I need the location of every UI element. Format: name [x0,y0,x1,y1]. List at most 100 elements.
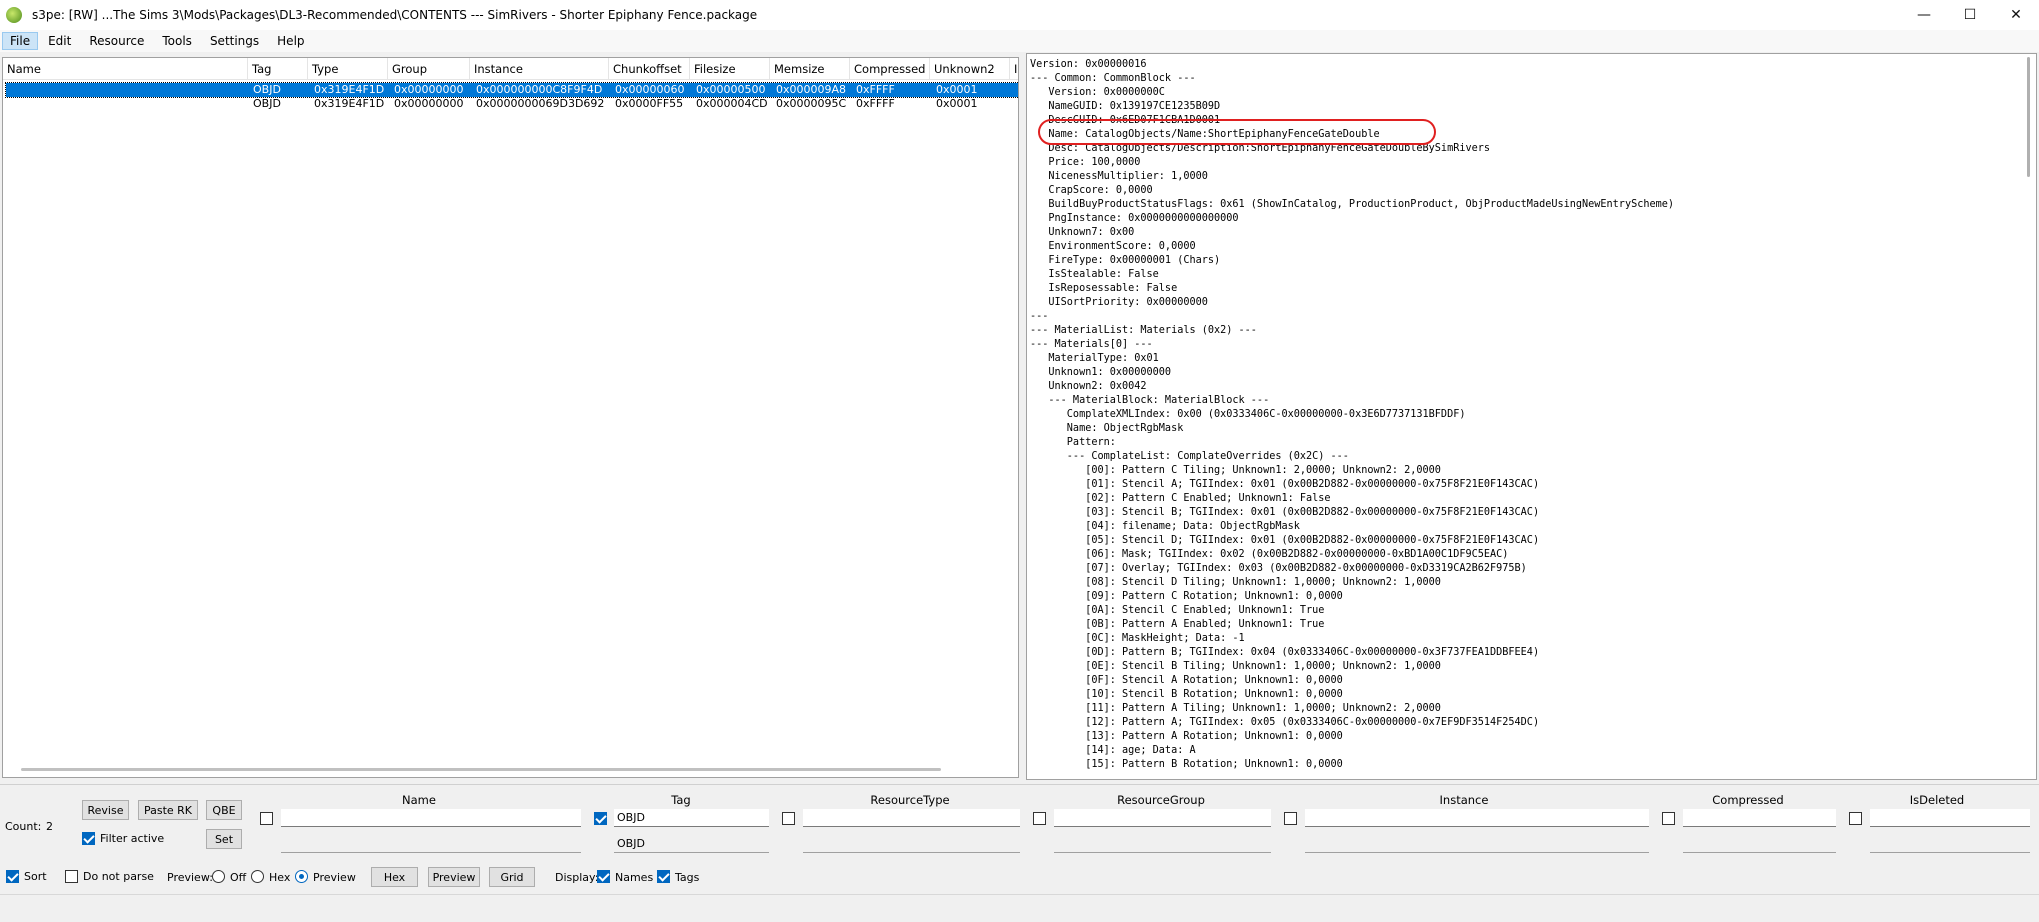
preview-line: FireType: 0x00000001 (Chars) [1030,255,1221,266]
filter-col-tag: Tag [671,793,691,807]
cell-tag: OBJD [253,83,281,96]
preview-label: Preview: [167,871,213,884]
preview-line: [08]: Stencil D Tiling; Unknown1: 1,0000… [1030,577,1441,588]
vertical-scrollbar[interactable] [2027,57,2030,177]
column-header-memsize[interactable]: Memsize [770,58,850,80]
cell-chunkoffset: 0x0000FF55 [615,97,684,110]
name-filter-input[interactable] [281,809,581,827]
table-row[interactable]: OBJD 0x319E4F1D 0x00000000 0x0000000069D… [6,97,1018,111]
column-header-instance[interactable]: Instance [470,58,609,80]
preview-off-radio[interactable] [212,870,225,883]
grid-button[interactable]: Grid [489,867,535,887]
filter-col-compressed: Compressed [1712,793,1784,807]
revise-button[interactable]: Revise [82,800,129,820]
minimize-button[interactable]: — [1901,0,1947,30]
resourcegroup-filter-input[interactable] [1054,809,1271,827]
instance-current-value [1305,835,1649,853]
count-label: Count: [5,820,42,833]
instance-filter-checkbox[interactable] [1284,812,1297,825]
name-filter-checkbox[interactable] [260,812,273,825]
preview-line: Version: 0x00000016 [1030,59,1147,70]
filter-col-resourcetype: ResourceType [870,793,950,807]
preview-line: --- ComplateList: ComplateOverrides (0x2… [1030,451,1349,462]
tag-filter-input[interactable]: OBJD [614,809,769,827]
filter-col-isdeleted: IsDeleted [1909,793,1965,807]
close-button[interactable]: ✕ [1993,0,2039,30]
preview-pane[interactable]: Version: 0x00000016 --- Common: CommonBlo… [1026,53,2037,780]
column-header-name[interactable]: Name [3,58,248,80]
display-tags-checkbox[interactable] [657,870,670,883]
menu-edit[interactable]: Edit [40,32,79,50]
menu-settings[interactable]: Settings [202,32,267,50]
display-label: Display: [555,871,599,884]
preview-line: [0F]: Stencil A Rotation; Unknown1: 0,00… [1030,675,1343,686]
display-names-label: Names [615,871,654,884]
preview-line: [13]: Pattern A Rotation; Unknown1: 0,00… [1030,731,1343,742]
sort-label: Sort [24,870,47,883]
preview-line: Name: ObjectRgbMask [1030,423,1184,434]
column-header-chunkoffset[interactable]: Chunkoffset [609,58,690,80]
qbe-button[interactable]: QBE [206,800,242,820]
column-header-filesize[interactable]: Filesize [690,58,770,80]
preview-line: Pattern: [1030,437,1116,448]
filter-col-instance: Instance [1439,793,1489,807]
table-row[interactable]: OBJD 0x319E4F1D 0x00000000 0x000000000C8… [5,82,1018,98]
paste-rk-button[interactable]: Paste RK [138,800,198,820]
filter-active-checkbox[interactable] [82,832,95,845]
column-header-type[interactable]: Type [308,58,388,80]
resource-list[interactable]: Name Tag Type Group Instance Chunkoffset… [2,57,1019,778]
isdeleted-filter-checkbox[interactable] [1849,812,1862,825]
isdeleted-filter-input[interactable] [1870,809,2030,827]
set-button[interactable]: Set [206,829,242,849]
menu-resource[interactable]: Resource [81,32,152,50]
preview-line: [15]: Pattern B Rotation; Unknown1: 0,00… [1030,759,1343,770]
instance-filter-input[interactable] [1305,809,1649,827]
filter-panel: Count: 2 Revise Paste RK QBE Filter acti… [0,784,2039,894]
cell-filesize: 0x00000500 [696,83,766,96]
resourcetype-filter-input[interactable] [803,809,1020,827]
cell-name [6,97,9,111]
horizontal-scrollbar[interactable] [21,768,941,771]
resourcetype-filter-checkbox[interactable] [782,812,795,825]
preview-button[interactable]: Preview [428,867,480,887]
menu-help[interactable]: Help [269,32,312,50]
preview-line: Unknown1: 0x00000000 [1030,367,1172,378]
isdeleted-current-value [1870,835,2030,853]
preview-line: [14]: age; Data: A [1030,745,1196,756]
column-header-compressed[interactable]: Compressed [850,58,930,80]
preview-line: [01]: Stencil A; TGIIndex: 0x01 (0x00B2D… [1030,479,1540,490]
column-header-unknown2[interactable]: Unknown2 [930,58,1010,80]
window-controls: — ☐ ✕ [1901,0,2039,30]
preview-line: [09]: Pattern C Rotation; Unknown1: 0,00… [1030,591,1343,602]
preview-line: --- Common: CommonBlock --- [1030,73,1196,84]
resourcegroup-filter-checkbox[interactable] [1033,812,1046,825]
menu-file[interactable]: File [2,32,39,50]
cell-name [6,83,9,97]
tag-filter-checkbox[interactable] [594,812,607,825]
preview-line: --- MaterialBlock: MaterialBlock --- [1030,395,1270,406]
tag-current-value: OBJD [614,835,769,853]
column-header-tag[interactable]: Tag [248,58,308,80]
preview-preview-radio[interactable] [295,870,308,883]
column-header-group[interactable]: Group [388,58,470,80]
count-value: 2 [46,820,53,833]
preview-hex-radio[interactable] [251,870,264,883]
hex-button[interactable]: Hex [371,867,418,887]
compressed-filter-input[interactable] [1683,809,1836,827]
cell-unknown2: 0x0001 [936,83,978,96]
display-names-checkbox[interactable] [597,870,610,883]
column-header-overflow[interactable]: I [1010,58,1018,80]
preview-line: [11]: Pattern A Tiling; Unknown1: 1,0000… [1030,703,1441,714]
preview-line: ComplateXMLIndex: 0x00 (0x0333406C-0x000… [1030,409,1466,420]
menu-tools[interactable]: Tools [154,32,200,50]
compressed-filter-checkbox[interactable] [1662,812,1675,825]
maximize-button[interactable]: ☐ [1947,0,1993,30]
preview-line: Unknown7: 0x00 [1030,227,1135,238]
pane-splitter[interactable] [1019,53,1026,780]
cell-unknown2: 0x0001 [936,97,978,110]
cell-chunkoffset: 0x00000060 [615,83,685,96]
do-not-parse-checkbox[interactable] [65,870,78,883]
sort-checkbox[interactable] [6,870,19,883]
cell-group: 0x00000000 [394,83,464,96]
cell-instance: 0x0000000069D3D692 [476,97,605,110]
